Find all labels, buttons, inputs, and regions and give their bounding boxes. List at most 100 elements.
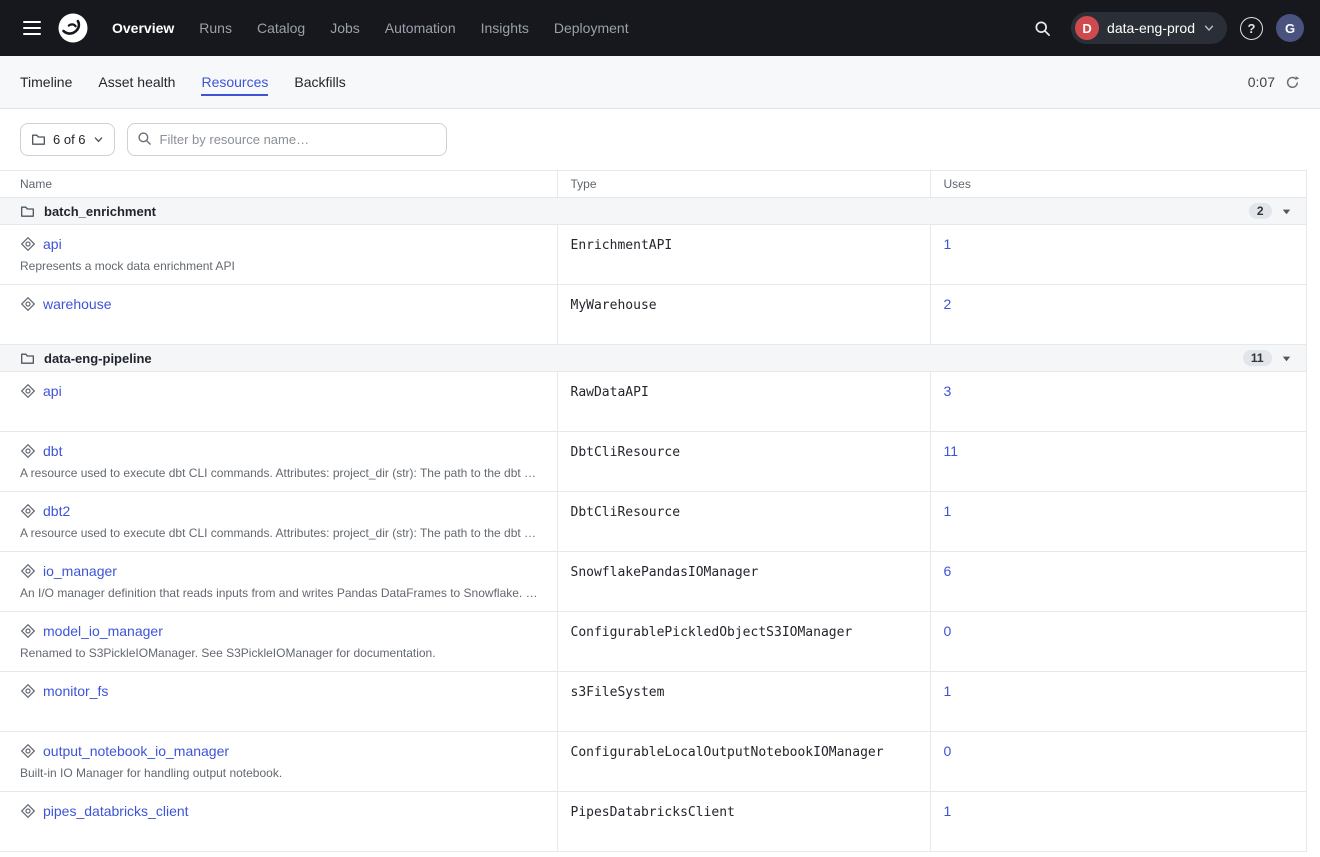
- overview-tab-bar: Timeline Asset health Resources Backfill…: [0, 56, 1320, 109]
- resource-table-body: batch_enrichment 2 api Represents a mock…: [0, 198, 1306, 852]
- resource-row: api Represents a mock data enrichment AP…: [0, 225, 1306, 285]
- resource-uses-link[interactable]: 1: [944, 683, 952, 699]
- resource-uses-link[interactable]: 0: [944, 623, 952, 639]
- resource-row: io_manager An I/O manager definition tha…: [0, 552, 1306, 612]
- group-count-badge: 2: [1249, 203, 1272, 219]
- resource-row: warehouse MyWarehouse 2: [0, 285, 1306, 345]
- global-search-button[interactable]: [1026, 12, 1058, 44]
- tab-resources[interactable]: Resources: [201, 74, 268, 96]
- resource-name-link[interactable]: model_io_manager: [43, 623, 163, 639]
- resource-icon: [20, 803, 36, 819]
- resource-row: pipes_databricks_client PipesDatabricksC…: [0, 792, 1306, 852]
- resource-row: dbt2 A resource used to execute dbt CLI …: [0, 492, 1306, 552]
- group-row[interactable]: batch_enrichment 2: [0, 198, 1306, 225]
- resource-type: DbtCliResource: [571, 505, 681, 520]
- nav-item-automation[interactable]: Automation: [385, 20, 456, 36]
- resource-uses-link[interactable]: 11: [944, 443, 959, 459]
- group-count-badge: 11: [1243, 350, 1272, 366]
- main-nav: Overview Runs Catalog Jobs Automation In…: [112, 20, 629, 36]
- resource-icon: [20, 383, 36, 399]
- column-header-type: Type: [557, 171, 930, 198]
- resource-uses-link[interactable]: 1: [944, 803, 952, 819]
- resource-name-link[interactable]: pipes_databricks_client: [43, 803, 189, 819]
- resource-uses-link[interactable]: 3: [944, 383, 952, 399]
- folder-icon: [20, 204, 35, 219]
- column-header-name: Name: [0, 171, 557, 198]
- workspace-switcher[interactable]: D data-eng-prod: [1071, 12, 1227, 44]
- resource-icon: [20, 236, 36, 252]
- resource-uses-link[interactable]: 0: [944, 743, 952, 759]
- resource-uses-link[interactable]: 2: [944, 296, 952, 312]
- tab-backfills[interactable]: Backfills: [294, 74, 345, 96]
- resource-name-link[interactable]: warehouse: [43, 296, 112, 312]
- hamburger-menu-button[interactable]: [16, 12, 48, 44]
- resource-type: MyWarehouse: [571, 298, 657, 313]
- resource-description: Built-in IO Manager for handling output …: [20, 766, 540, 780]
- resource-type: SnowflakePandasIOManager: [571, 565, 759, 580]
- nav-item-runs[interactable]: Runs: [199, 20, 232, 36]
- resource-type: ConfigurablePickledObjectS3IOManager: [571, 625, 853, 640]
- folder-icon: [31, 132, 46, 147]
- resource-uses-link[interactable]: 1: [944, 236, 952, 252]
- user-avatar[interactable]: G: [1276, 14, 1304, 42]
- resources-table: Name Type Uses batch_enrichment 2: [0, 170, 1320, 852]
- nav-item-catalog[interactable]: Catalog: [257, 20, 305, 36]
- workspace-name: data-eng-prod: [1107, 20, 1195, 36]
- resource-icon: [20, 743, 36, 759]
- refresh-icon[interactable]: [1285, 75, 1300, 90]
- group-row[interactable]: data-eng-pipeline 11: [0, 345, 1306, 372]
- resource-name-link[interactable]: dbt2: [43, 503, 70, 519]
- resource-uses-link[interactable]: 6: [944, 563, 952, 579]
- nav-item-overview[interactable]: Overview: [112, 20, 174, 36]
- resource-row: api RawDataAPI 3: [0, 372, 1306, 432]
- workspace-badge: D: [1075, 16, 1099, 40]
- nav-item-jobs[interactable]: Jobs: [330, 20, 360, 36]
- dagster-logo-icon: [57, 12, 89, 44]
- top-nav: Overview Runs Catalog Jobs Automation In…: [0, 0, 1320, 56]
- tab-timeline[interactable]: Timeline: [20, 74, 72, 96]
- search-icon: [137, 131, 152, 146]
- resource-type: s3FileSystem: [571, 685, 665, 700]
- resource-search-input[interactable]: [127, 123, 447, 156]
- table-header-row: Name Type Uses: [0, 171, 1306, 198]
- resource-description: Renamed to S3PickleIOManager. See S3Pick…: [20, 646, 540, 660]
- resource-row: model_io_manager Renamed to S3PickleIOMa…: [0, 612, 1306, 672]
- resource-uses-link[interactable]: 1: [944, 503, 952, 519]
- resource-description: Represents a mock data enrichment API: [20, 259, 540, 273]
- nav-item-deployment[interactable]: Deployment: [554, 20, 629, 36]
- nav-item-insights[interactable]: Insights: [481, 20, 529, 36]
- resource-name-link[interactable]: api: [43, 383, 62, 399]
- question-icon: ?: [1248, 21, 1256, 36]
- resource-type: ConfigurableLocalOutputNotebookIOManager: [571, 745, 884, 760]
- refresh-timer: 0:07: [1248, 74, 1275, 90]
- resource-row: monitor_fs s3FileSystem 1: [0, 672, 1306, 732]
- resource-icon: [20, 296, 36, 312]
- resource-name-link[interactable]: api: [43, 236, 62, 252]
- resource-type: RawDataAPI: [571, 385, 649, 400]
- column-header-uses: Uses: [930, 171, 1306, 198]
- chevron-down-icon: [93, 134, 104, 145]
- resource-row: dbt A resource used to execute dbt CLI c…: [0, 432, 1306, 492]
- resource-name-link[interactable]: dbt: [43, 443, 62, 459]
- resource-type: DbtCliResource: [571, 445, 681, 460]
- resource-description: A resource used to execute dbt CLI comma…: [20, 526, 540, 540]
- resource-description: An I/O manager definition that reads inp…: [20, 586, 540, 600]
- group-name: batch_enrichment: [44, 204, 156, 219]
- topnav-right-cluster: D data-eng-prod ? G: [1026, 12, 1304, 44]
- tab-asset-health[interactable]: Asset health: [98, 74, 175, 96]
- resource-type: EnrichmentAPI: [571, 238, 673, 253]
- resource-name-link[interactable]: io_manager: [43, 563, 117, 579]
- group-filter-dropdown[interactable]: 6 of 6: [20, 123, 115, 156]
- help-button[interactable]: ?: [1240, 17, 1263, 40]
- search-icon: [1034, 20, 1051, 37]
- group-name: data-eng-pipeline: [44, 351, 152, 366]
- dagster-logo[interactable]: [56, 11, 90, 45]
- resource-name-link[interactable]: output_notebook_io_manager: [43, 743, 229, 759]
- collapse-caret-icon[interactable]: [1281, 206, 1292, 217]
- resource-icon: [20, 443, 36, 459]
- collapse-caret-icon[interactable]: [1281, 353, 1292, 364]
- refresh-cluster: 0:07: [1248, 74, 1300, 90]
- group-filter-label: 6 of 6: [53, 132, 86, 147]
- hamburger-icon: [23, 21, 41, 35]
- resource-name-link[interactable]: monitor_fs: [43, 683, 108, 699]
